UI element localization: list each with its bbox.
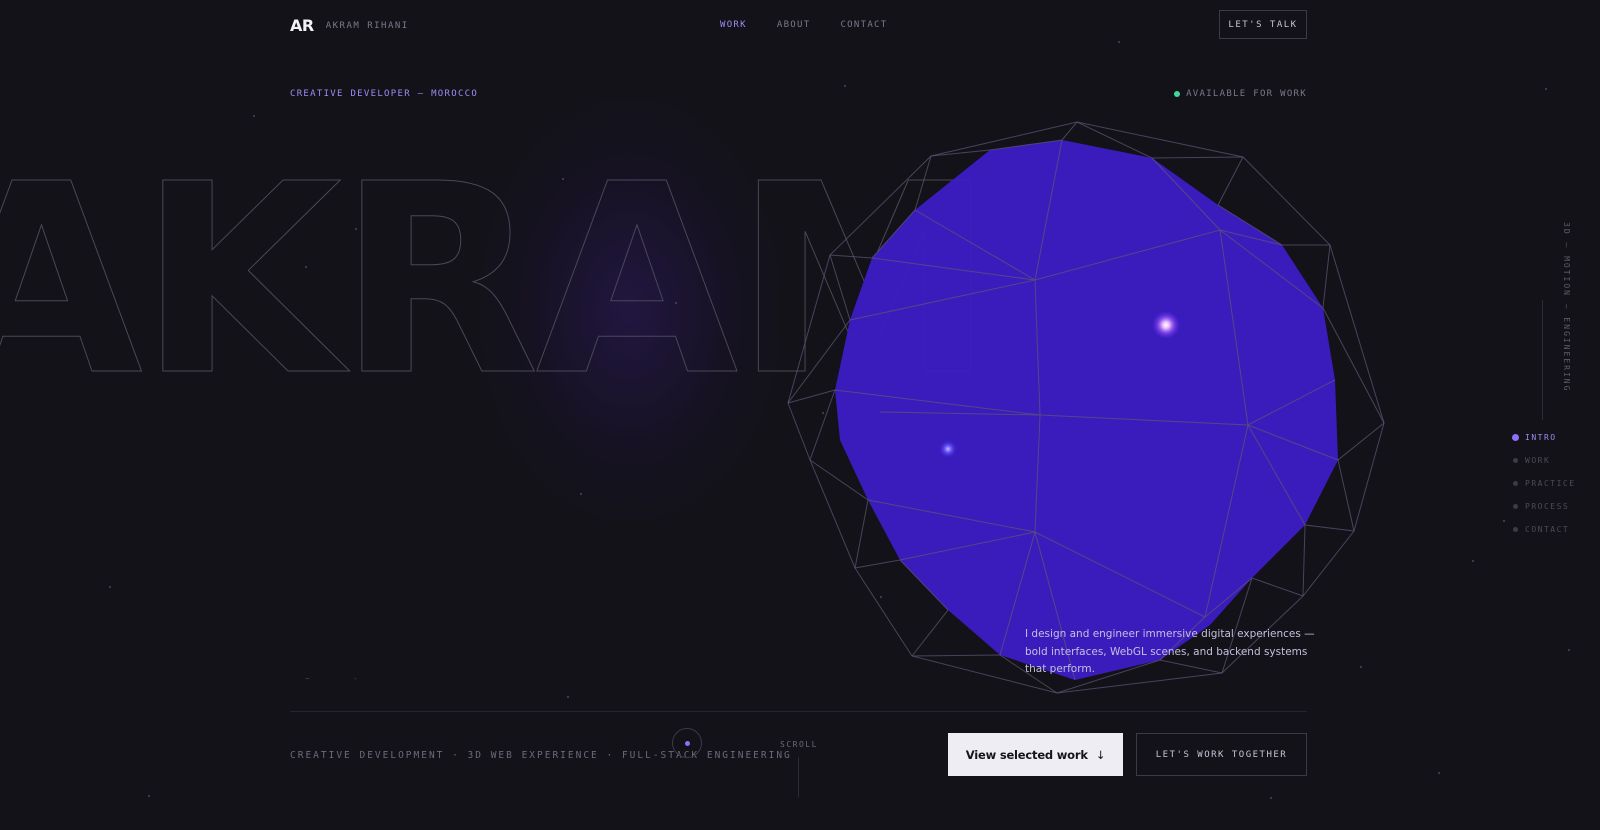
scroll-label: SCROLL [780,740,818,749]
logo-name: AKRAM RIHANI [325,20,409,31]
top-nav: AR AKRAM RIHANI WORK ABOUT CONTACT LET'S… [290,0,1307,50]
section-nav-label: CONTACT [1525,524,1570,534]
scroll-line [798,757,799,797]
scroll-indicator[interactable] [672,728,702,758]
side-vertical-line [1542,300,1543,420]
section-nav-contact[interactable]: CONTACT [1513,524,1576,534]
availability-label: AVAILABLE FOR WORK [1186,89,1307,99]
footer-divider [290,711,1307,712]
view-work-label: View selected work [965,747,1088,762]
section-dot-icon [1513,503,1518,509]
section-dot-icon [1513,526,1518,532]
scroll-dot-icon [685,741,690,746]
logo-mark: AR [290,16,314,35]
nav-link-contact[interactable]: CONTACT [840,20,887,30]
orb-shape [835,140,1338,680]
hero-tagline: CREATIVE DEVELOPER — MOROCCO [290,89,479,99]
hero-graphic: AKRAM [0,121,1385,694]
nav-link-work[interactable]: WORK [720,20,747,30]
nav-link-about[interactable]: ABOUT [777,20,811,30]
availability-status: AVAILABLE FOR WORK [1174,89,1307,99]
section-dot-icon [1513,480,1518,486]
arrow-down-icon: ↓ [1095,747,1106,762]
skills-list: CREATIVE DEVELOPMENT · 3D WEB EXPERIENCE… [290,750,792,761]
section-nav-process[interactable]: PROCESS [1513,501,1576,511]
section-nav: INTRO WORK PRACTICE PROCESS CONTACT [1512,432,1576,534]
section-nav-practice[interactable]: PRACTICE [1513,478,1576,488]
nav-links: WORK ABOUT CONTACT [720,20,888,30]
side-vertical-label: 3D — MOTION — ENGINEERING [1562,222,1571,393]
section-nav-label: PRACTICE [1525,478,1576,488]
status-dot-icon [1174,91,1181,97]
glow-point-small [939,440,957,458]
section-dot-icon [1512,433,1519,441]
section-nav-label: PROCESS [1525,501,1570,511]
hero-intro-text: I design and engineer immersive digital … [1025,628,1315,675]
section-nav-intro[interactable]: INTRO [1512,432,1576,442]
section-nav-work[interactable]: WORK [1513,455,1576,465]
logo[interactable]: AR AKRAM RIHANI [290,16,409,35]
decorative-marks: ~ - [305,674,358,683]
view-selected-work-button[interactable]: View selected work ↓ [948,733,1123,776]
section-nav-label: INTRO [1525,432,1557,442]
section-dot-icon [1513,457,1518,463]
lets-work-together-button[interactable]: LET'S WORK TOGETHER [1136,733,1307,776]
lets-talk-button[interactable]: LET'S TALK [1219,10,1307,39]
section-nav-label: WORK [1525,455,1551,465]
glow-point-large [1152,311,1180,339]
